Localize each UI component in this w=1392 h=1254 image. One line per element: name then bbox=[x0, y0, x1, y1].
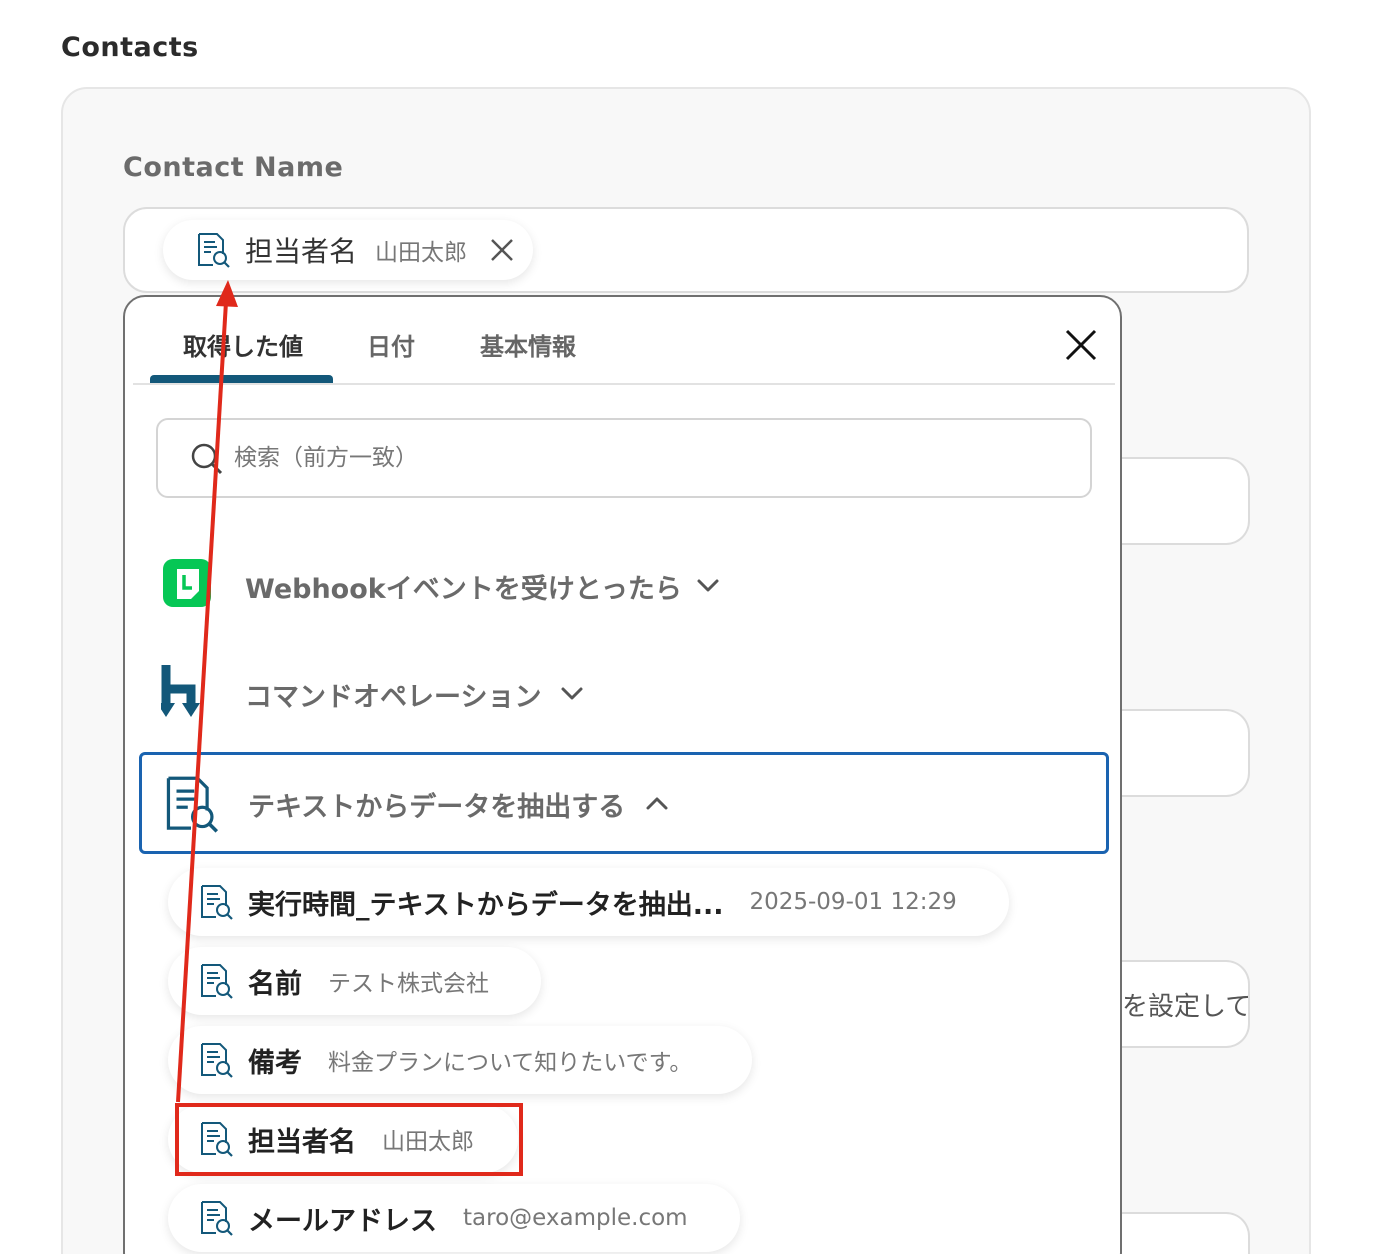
tab-bar: 取得した値 日付 基本情報 bbox=[133, 297, 1115, 385]
background-field[interactable] bbox=[1100, 1212, 1250, 1254]
background-field[interactable]: を設定して bbox=[1100, 960, 1250, 1048]
group-text-extract[interactable]: テキストからデータを抽出する bbox=[139, 752, 1109, 854]
document-search-icon bbox=[198, 884, 234, 920]
group-label: テキストからデータを抽出する bbox=[248, 792, 626, 823]
background-field[interactable] bbox=[1100, 457, 1250, 545]
annotation-highlight-box bbox=[175, 1103, 523, 1176]
tab-acquired-values[interactable]: 取得した値 bbox=[183, 327, 303, 362]
document-search-icon bbox=[195, 232, 231, 268]
active-tab-indicator bbox=[150, 375, 333, 383]
text-extract-icon bbox=[162, 775, 220, 833]
document-search-icon bbox=[198, 1200, 234, 1236]
chevron-up-icon bbox=[644, 793, 670, 813]
section-title: Contacts bbox=[61, 32, 199, 63]
command-operation-icon bbox=[161, 665, 200, 717]
selected-value-chip[interactable]: 担当者名 山田太郎 bbox=[163, 220, 534, 280]
search-icon bbox=[191, 443, 223, 475]
group-label: コマンドオペレーション bbox=[245, 682, 542, 713]
list-item[interactable]: 実行時間_テキストからデータを抽出... 2025-09-01 12:29 bbox=[168, 868, 1009, 936]
tab-basic-info[interactable]: 基本情報 bbox=[480, 327, 576, 362]
document-search-icon bbox=[198, 1042, 234, 1078]
close-icon[interactable] bbox=[1063, 327, 1099, 363]
chevron-down-icon bbox=[559, 683, 585, 703]
tab-date[interactable]: 日付 bbox=[367, 327, 415, 362]
group-label: Webhookイベントを受けとったら bbox=[245, 574, 682, 605]
line-app-icon bbox=[163, 559, 211, 607]
contact-name-label: Contact Name bbox=[123, 152, 344, 183]
background-field[interactable] bbox=[1100, 709, 1250, 797]
document-search-icon bbox=[198, 963, 234, 999]
list-item[interactable]: 備考 料金プランについて知りたいです。 bbox=[168, 1026, 753, 1094]
close-icon[interactable] bbox=[489, 237, 515, 263]
search-input[interactable] bbox=[234, 436, 1074, 480]
list-item[interactable]: 名前 テスト株式会社 bbox=[168, 947, 541, 1015]
search-box bbox=[156, 418, 1092, 498]
chip-key: 担当者名 bbox=[245, 235, 358, 268]
group-webhook[interactable]: Webhookイベントを受けとったら bbox=[139, 537, 1109, 639]
list-item[interactable]: メールアドレス taro@example.com bbox=[168, 1184, 740, 1252]
group-command-operation[interactable]: コマンドオペレーション bbox=[139, 645, 1109, 747]
chip-value: 山田太郎 bbox=[375, 240, 468, 266]
chevron-down-icon bbox=[695, 575, 721, 595]
